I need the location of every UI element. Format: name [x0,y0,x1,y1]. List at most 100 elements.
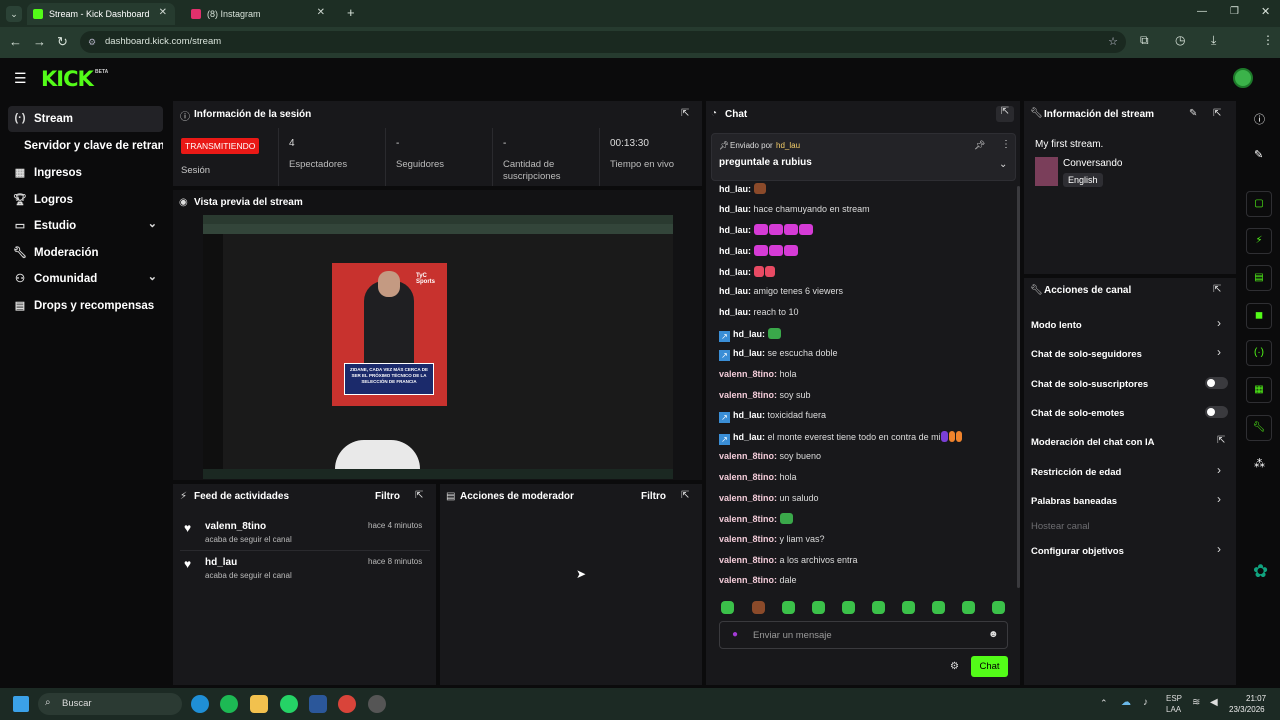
chevron-right-icon[interactable]: › [1217,542,1221,556]
quick-emote-icon[interactable] [872,601,885,614]
popout-icon[interactable]: ⇱ [681,108,689,119]
new-tab-icon[interactable]: + [347,5,355,20]
sidebar-item-comunidad[interactable]: ⚇ Comunidad ⌄ [8,266,163,292]
chevron-right-icon[interactable]: › [1217,463,1221,477]
quick-emote-icon[interactable] [752,601,765,614]
edit-icon[interactable]: ✎ [1254,148,1263,161]
user-avatar[interactable] [1233,68,1253,88]
menu-dots-icon[interactable]: ⋮ [1262,33,1274,47]
chevron-right-icon[interactable]: › [1217,316,1221,330]
quick-emote-icon[interactable] [842,601,855,614]
mod-filter-button[interactable]: Filtro [641,491,666,502]
windows-start-icon[interactable] [13,696,29,712]
quick-emote-icon[interactable] [932,601,945,614]
chat-username[interactable]: hd_lau [733,329,762,339]
sidebar-item-logros[interactable]: 🏆︎ Logros [8,187,163,213]
rail-document-icon[interactable]: ▤ [1246,265,1272,291]
chat-emote-icon[interactable] [940,430,948,442]
reload-icon[interactable]: ↻ [57,34,68,50]
chat-emote-icon[interactable] [767,327,781,339]
chat-emote-icon[interactable] [955,430,962,442]
bookmark-star-icon[interactable]: ☆ [1108,31,1118,53]
history-icon[interactable]: ◷ [1175,33,1185,47]
tab-kick-dashboard[interactable]: Stream - Kick Dashboard ✕ [27,3,175,25]
clock-time[interactable]: 21:07 [1246,694,1266,703]
microphone-tray-icon[interactable]: ♪ [1143,697,1148,708]
rail-wrench-icon[interactable]: 🔧︎ [1246,415,1272,441]
sidebar-item-stream[interactable]: (·) Stream [8,106,163,132]
chat-emote-icon[interactable] [753,265,764,277]
chat-username[interactable]: valenn_8tino [719,472,774,482]
chat-username[interactable]: hd_lau [719,286,748,296]
chat-username[interactable]: valenn_8tino [719,514,774,524]
chevron-down-icon[interactable]: ⌄ [999,159,1007,170]
hamburger-menu-icon[interactable]: ☰ [14,70,27,87]
onedrive-icon[interactable]: ☁ [1121,697,1131,708]
file-explorer-icon[interactable] [250,695,268,713]
sidebar-item-server-key[interactable]: Servidor y clave de retransmisión [8,133,163,159]
wifi-icon[interactable]: ≋ [1192,697,1200,708]
quick-emote-icon[interactable] [812,601,825,614]
extensions-icon[interactable]: ⧉ [1140,33,1149,48]
chat-emote-icon[interactable] [768,224,783,236]
chat-username[interactable]: valenn_8tino [719,575,774,585]
chat-username[interactable]: hd_lau [719,204,748,214]
chat-emote-icon[interactable] [753,244,768,256]
popout-icon[interactable]: ⇱ [1213,284,1221,295]
edit-pencil-icon[interactable]: ✎ [1189,108,1197,119]
chat-username[interactable]: hd_lau [719,184,748,194]
chat-username[interactable]: hd_lau [733,410,762,420]
obs-icon[interactable] [368,695,386,713]
download-icon[interactable]: ⤓ [1211,33,1216,48]
quick-emote-icon[interactable] [721,601,734,614]
sidebar-item-estudio[interactable]: ▭ Estudio ⌄ [8,213,163,239]
microphone-icon[interactable]: ● [732,629,738,640]
sidebar-item-drops[interactable]: ▤ Drops y recompensas [8,293,163,319]
more-options-icon[interactable]: ⋮ [1001,139,1011,150]
activity-user[interactable]: hd_lau [205,557,237,568]
spotify-icon[interactable] [220,695,238,713]
chevron-right-icon[interactable]: › [1217,492,1221,506]
chat-emote-icon[interactable] [798,224,813,236]
volume-icon[interactable]: ◀ [1210,697,1218,708]
chevron-right-icon[interactable]: › [1217,345,1221,359]
chat-emote-icon[interactable] [753,183,766,194]
send-chat-button[interactable]: Chat [971,656,1008,677]
rail-chat-icon[interactable]: ◼ [1246,303,1272,329]
chat-username[interactable]: hd_lau [719,246,748,256]
chat-emote-icon[interactable] [768,244,783,256]
chat-username[interactable]: valenn_8tino [719,534,774,544]
quick-emote-icon[interactable] [962,601,975,614]
chat-emote-icon[interactable] [764,265,775,277]
pinned-message[interactable]: 📌︎ Enviado por hd_lau preguntale a rubiu… [711,133,1016,181]
close-icon[interactable]: ✕ [159,7,167,18]
info-icon[interactable]: ⓘ [1254,111,1265,127]
chat-username[interactable]: valenn_8tino [719,390,774,400]
chrome-icon[interactable] [338,695,356,713]
taskbar-search[interactable]: ⌕ Buscar [38,693,182,715]
rail-clip-icon[interactable]: ▢ [1246,191,1272,217]
pin-icon[interactable]: 📌︎ [974,140,985,151]
language-indicator[interactable]: ESP [1166,694,1182,703]
chat-username[interactable]: hd_lau [719,225,748,235]
activity-filter-button[interactable]: Filtro [375,491,400,502]
chat-username[interactable]: hd_lau [719,307,748,317]
chat-username[interactable]: valenn_8tino [719,369,774,379]
close-window-icon[interactable]: ✕ [1261,5,1270,18]
stream-preview-video[interactable]: TyC Sports ZIDANE, CADA VEZ MÁS CERCA DE… [203,215,673,479]
rail-lightning-icon[interactable]: ⚡︎ [1246,228,1272,254]
chat-emote-icon[interactable] [783,224,798,236]
chat-emote-icon[interactable] [779,513,793,525]
tab-instagram[interactable]: (8) Instagram ✕ [185,3,333,25]
chat-emote-icon[interactable] [948,430,955,442]
forward-icon[interactable]: → [33,34,46,49]
emoji-picker-icon[interactable]: ☻ [988,629,999,640]
subscribers-only-toggle[interactable] [1205,377,1228,389]
chat-username[interactable]: valenn_8tino [719,493,774,503]
external-link-icon[interactable]: ⇱ [1217,435,1225,446]
quick-emote-icon[interactable] [902,601,915,614]
popout-icon[interactable]: ⇱ [996,106,1014,122]
sidebar-item-moderacion[interactable]: 🔧︎ Moderación [8,240,163,266]
activity-user[interactable]: valenn_8tino [205,521,266,532]
quick-emote-icon[interactable] [782,601,795,614]
